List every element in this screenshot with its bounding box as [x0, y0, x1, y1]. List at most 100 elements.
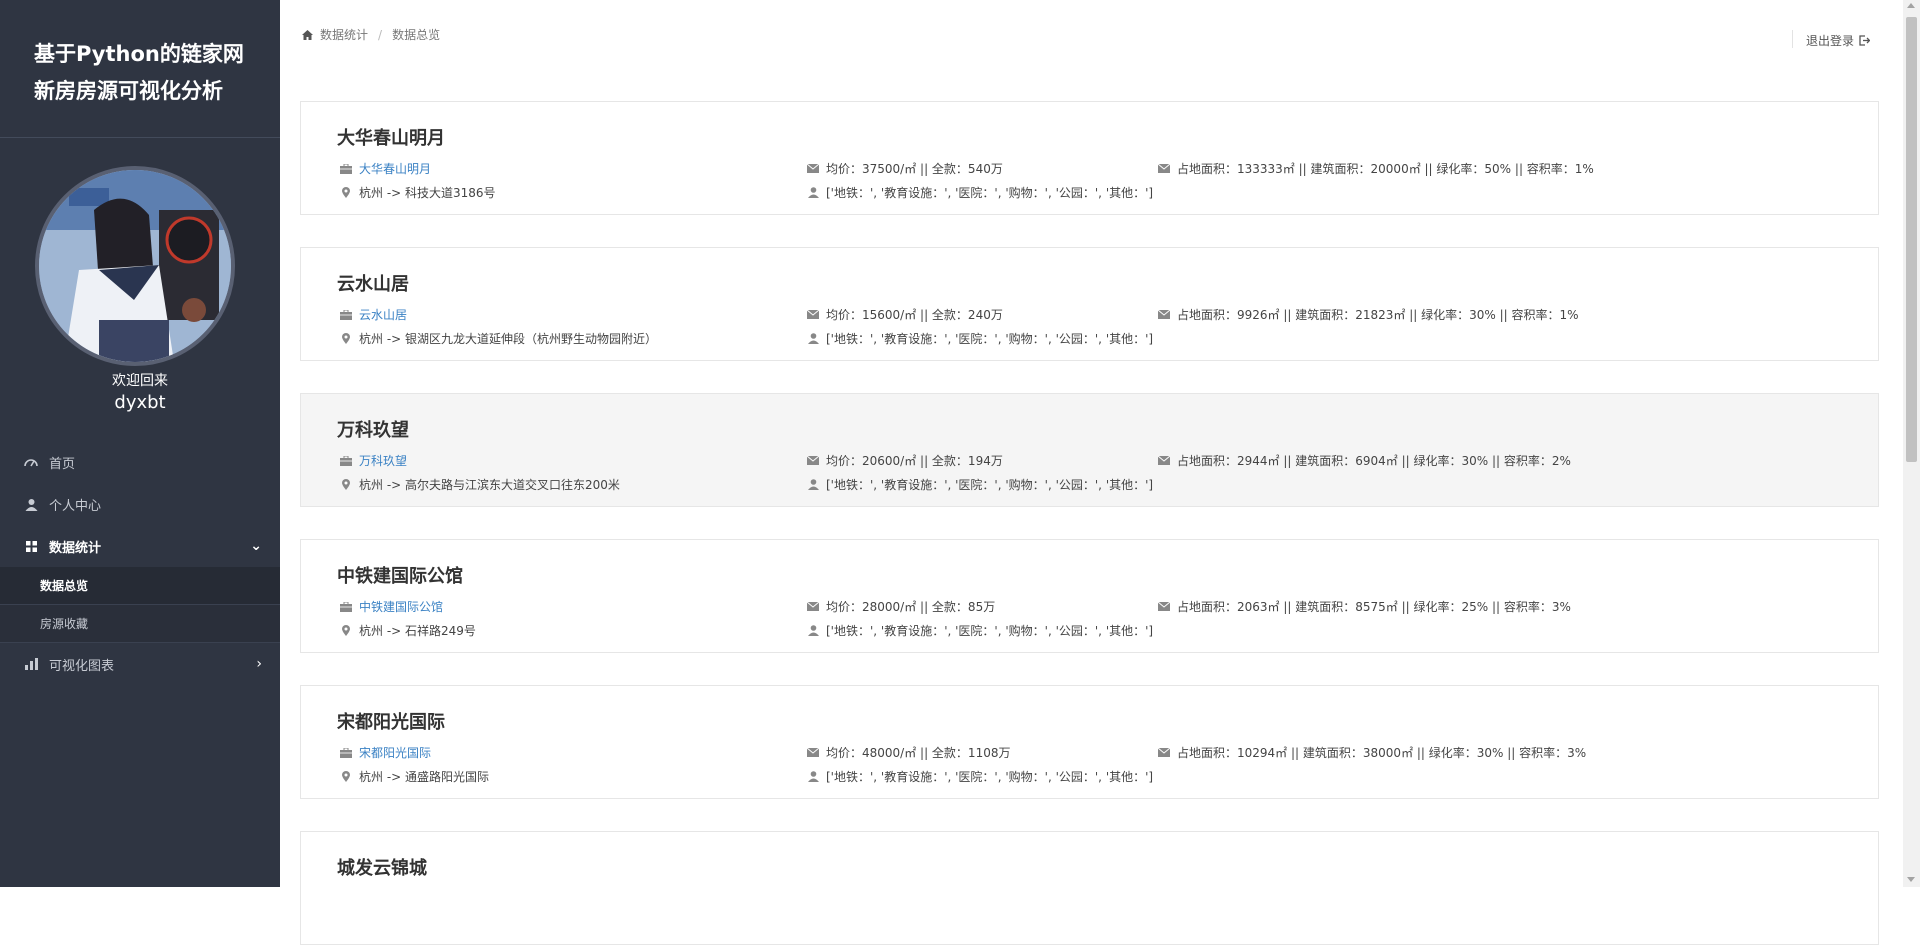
listing-title: 宋都阳光国际 [337, 712, 445, 733]
logout-button[interactable]: 退出登录 [1806, 32, 1871, 49]
listing-facilities: ['地铁：', '教育设施：', '医院：', '购物：', '公园：', '其… [826, 332, 1154, 346]
avatar [35, 166, 235, 366]
user-icon [806, 332, 820, 346]
listing-price: 均价：15600/㎡ || 全款：240万 [826, 308, 1003, 322]
listing-facilities: ['地铁：', '教育设施：', '医院：', '购物：', '公园：', '其… [826, 624, 1154, 638]
nav-item-stats-label: 数据统计 [49, 540, 102, 556]
user-icon [23, 496, 39, 512]
listing-facilities: ['地铁：', '教育设施：', '医院：', '购物：', '公园：', '其… [826, 478, 1154, 492]
listing-facilities: ['地铁：', '教育设施：', '医院：', '购物：', '公园：', '其… [826, 186, 1154, 200]
listing-address-row: 杭州 -> 银湖区九龙大道延伸段（杭州野生动物园附近） [339, 330, 657, 347]
nav-item-stats[interactable]: 数据统计 ⌄ [0, 525, 280, 567]
envelope-icon [1157, 308, 1171, 322]
listing-name-row: 宋都阳光国际 [339, 744, 431, 761]
site-title-line1: 基于Python的链家网 [34, 42, 244, 66]
listing-price-row: 均价：15600/㎡ || 全款：240万 [806, 306, 1003, 323]
listing-price-row: 均价：20600/㎡ || 全款：194万 [806, 452, 1003, 469]
nav-item-profile-label: 个人中心 [49, 498, 102, 514]
listing-card: 万科玖望 万科玖望 杭州 -> 高尔夫路与江滨东大道交叉口往东200米 均价：2060… [300, 393, 1879, 507]
envelope-icon [806, 162, 820, 176]
scroll-up-arrow-icon[interactable] [1907, 3, 1915, 8]
listing-name-row: 万科玖望 [339, 452, 407, 469]
bar-chart-icon [23, 656, 39, 672]
listing-area: 占地面积：2944㎡ || 建筑面积：6904㎡ || 绿化率：30% || 容… [1177, 454, 1571, 468]
listing-name-link[interactable]: 大华春山明月 [359, 160, 431, 177]
nav-item-charts-label: 可视化图表 [49, 658, 115, 674]
user-icon [806, 186, 820, 200]
listing-address: 杭州 -> 科技大道3186号 [359, 186, 496, 200]
nav-item-home-label: 首页 [49, 456, 76, 472]
map-marker-icon [339, 770, 353, 784]
home-icon [302, 29, 313, 40]
listing-title: 城发云锦城 [337, 858, 427, 879]
scroll-down-arrow-icon[interactable] [1907, 877, 1915, 882]
listing-area: 占地面积：10294㎡ || 建筑面积：38000㎡ || 绿化率：30% ||… [1177, 746, 1587, 760]
map-marker-icon [339, 478, 353, 492]
sub-item-overview[interactable]: 数据总览 [0, 567, 280, 604]
briefcase-icon [339, 162, 353, 176]
listing-name-link[interactable]: 云水山居 [359, 306, 407, 323]
scrollbar-thumb[interactable] [1906, 17, 1917, 462]
user-icon [806, 770, 820, 784]
listing-name-row: 大华春山明月 [339, 160, 431, 177]
logout-label: 退出登录 [1806, 34, 1855, 48]
breadcrumb: 数据统计 / 数据总览 [302, 26, 440, 43]
breadcrumb-separator: / [378, 27, 383, 42]
username: dyxbt [114, 392, 166, 413]
map-marker-icon [339, 624, 353, 638]
breadcrumb-current: 数据总览 [392, 28, 441, 42]
user-icon [806, 478, 820, 492]
listing-price: 均价：20600/㎡ || 全款：194万 [826, 454, 1003, 468]
listing-price-row: 均价：37500/㎡ || 全款：540万 [806, 160, 1003, 177]
header-divider [1792, 30, 1793, 48]
listing-name-link[interactable]: 中铁建国际公馆 [359, 598, 443, 615]
listing-price: 均价：48000/㎡ || 全款：1108万 [826, 746, 1011, 760]
envelope-icon [1157, 454, 1171, 468]
listing-name-link[interactable]: 万科玖望 [359, 452, 407, 469]
listing-facilities-row: ['地铁：', '教育设施：', '医院：', '购物：', '公园：', '其… [806, 330, 1153, 347]
listing-price: 均价：37500/㎡ || 全款：540万 [826, 162, 1003, 176]
listing-area-row: 占地面积：9926㎡ || 建筑面积：21823㎡ || 绿化率：30% || … [1157, 306, 1579, 323]
listing-facilities: ['地铁：', '教育设施：', '医院：', '购物：', '公园：', '其… [826, 770, 1154, 784]
listing-address: 杭州 -> 高尔夫路与江滨东大道交叉口往东200米 [359, 478, 620, 492]
welcome-text: 欢迎回来 [112, 373, 168, 389]
listing-area-row: 占地面积：133333㎡ || 建筑面积：20000㎡ || 绿化率：50% |… [1157, 160, 1594, 177]
listing-area: 占地面积：2063㎡ || 建筑面积：8575㎡ || 绿化率：25% || 容… [1177, 600, 1571, 614]
chevron-down-icon: ⌄ [250, 538, 262, 554]
user-icon [806, 624, 820, 638]
listing-card: 宋都阳光国际 宋都阳光国际 杭州 -> 通盛路阳光国际 均价：48000/㎡ || 全… [300, 685, 1879, 799]
listing-card: 中铁建国际公馆 中铁建国际公馆 杭州 -> 石祥路249号 均价：28000/㎡ ||… [300, 539, 1879, 653]
grid-icon [23, 538, 39, 554]
listing-address-row: 杭州 -> 石祥路249号 [339, 622, 476, 639]
breadcrumb-stats[interactable]: 数据统计 [320, 26, 368, 43]
sub-item-favorites[interactable]: 房源收藏 [0, 605, 280, 642]
logout-icon [1859, 35, 1871, 46]
sub-item-favorites-label: 房源收藏 [40, 617, 89, 631]
briefcase-icon [339, 454, 353, 468]
listing-title: 中铁建国际公馆 [337, 566, 463, 587]
envelope-icon [1157, 600, 1171, 614]
briefcase-icon [339, 746, 353, 760]
listing-facilities-row: ['地铁：', '教育设施：', '医院：', '购物：', '公园：', '其… [806, 622, 1153, 639]
envelope-icon [806, 308, 820, 322]
listing-address: 杭州 -> 石祥路249号 [359, 624, 476, 638]
envelope-icon [806, 600, 820, 614]
listing-address-row: 杭州 -> 通盛路阳光国际 [339, 768, 489, 785]
nav-item-profile[interactable]: 个人中心 [0, 483, 280, 525]
sidebar: 基于Python的链家网 新房房源可视化分析 欢迎回来 dyxbt 首页 个人中… [0, 0, 280, 887]
listing-title: 万科玖望 [337, 420, 409, 441]
listing-price-row: 均价：28000/㎡ || 全款：85万 [806, 598, 995, 615]
site-title-line2: 新房房源可视化分析 [34, 79, 223, 103]
envelope-icon [806, 746, 820, 760]
listing-name-link[interactable]: 宋都阳光国际 [359, 744, 431, 761]
envelope-icon [1157, 746, 1171, 760]
listing-title: 云水山居 [337, 274, 409, 295]
listing-price: 均价：28000/㎡ || 全款：85万 [826, 600, 996, 614]
listing-area-row: 占地面积：2063㎡ || 建筑面积：8575㎡ || 绿化率：25% || 容… [1157, 598, 1571, 615]
listing-title: 大华春山明月 [337, 128, 445, 149]
listing-address: 杭州 -> 通盛路阳光国际 [359, 770, 490, 784]
sub-item-overview-label: 数据总览 [40, 579, 89, 593]
listing-area-row: 占地面积：2944㎡ || 建筑面积：6904㎡ || 绿化率：30% || 容… [1157, 452, 1571, 469]
nav-item-home[interactable]: 首页 [0, 441, 280, 483]
nav-item-charts[interactable]: 可视化图表 › [0, 643, 280, 685]
